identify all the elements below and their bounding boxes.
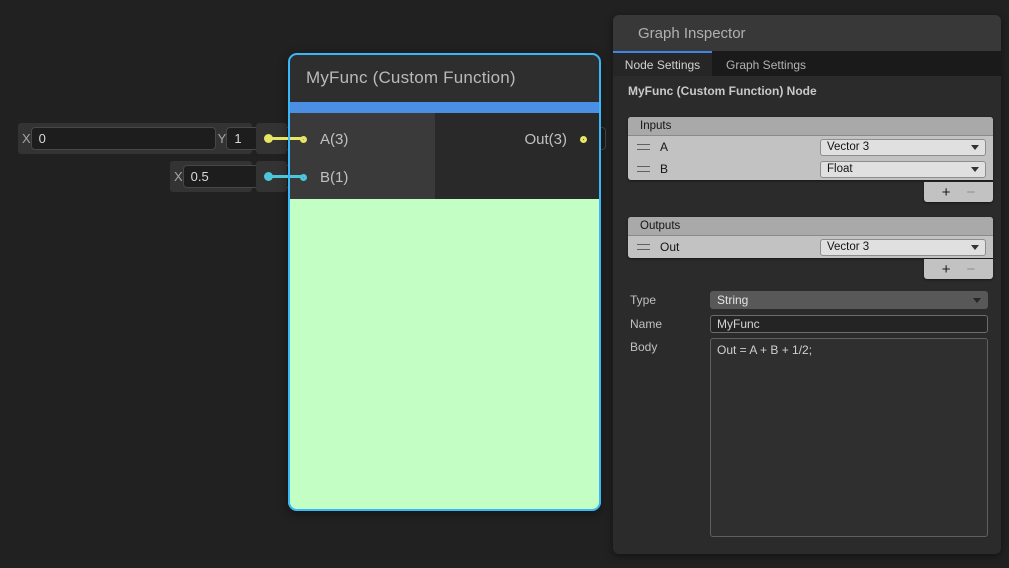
inputs-list-header: Inputs <box>628 117 993 136</box>
inputs-list-footer: + − <box>924 182 993 202</box>
node-title: MyFunc (Custom Function) <box>306 68 516 88</box>
add-output-button[interactable]: + <box>942 262 951 277</box>
node-output-ports: Out(3) <box>435 113 601 199</box>
float-value-widget: X <box>170 161 252 192</box>
input-a-name: A <box>660 140 668 154</box>
outputs-list-footer: + − <box>924 259 993 279</box>
input-port-a: A(3) <box>300 132 348 147</box>
name-property-row: Name <box>630 315 988 333</box>
type-dropdown[interactable]: String <box>710 291 988 309</box>
type-label: Type <box>630 291 710 309</box>
body-field[interactable]: Out = A + B + 1/2; <box>710 338 988 537</box>
field-label-y: Y <box>218 131 227 146</box>
output-out-type-dropdown[interactable]: Vector 3 <box>820 239 986 256</box>
panel-title: Graph Inspector <box>638 25 746 42</box>
outputs-list: Outputs Out Vector 3 <box>628 217 993 258</box>
custom-function-node[interactable]: MyFunc (Custom Function) A(3) B(1) Out(3… <box>288 53 601 511</box>
port-out-connector-icon[interactable] <box>580 136 587 143</box>
name-label: Name <box>630 315 710 333</box>
output-out-name: Out <box>660 240 679 254</box>
node-accent-bar <box>288 102 601 113</box>
edge-float-to-b[interactable] <box>266 175 304 178</box>
add-input-button[interactable]: + <box>942 185 951 200</box>
remove-input-button[interactable]: − <box>967 185 976 200</box>
list-item[interactable]: Out Vector 3 <box>628 236 993 258</box>
body-property-row: Body Out = A + B + 1/2; <box>630 338 988 537</box>
chevron-down-icon <box>973 298 981 303</box>
port-b-label: B(1) <box>320 169 348 186</box>
node-preview <box>288 199 601 509</box>
field-label-x: X <box>22 131 31 146</box>
input-a-type-dropdown[interactable]: Vector 3 <box>820 139 986 156</box>
drag-handle-icon[interactable] <box>637 166 650 172</box>
inputs-list: Inputs A Vector 3 B Float <box>628 117 993 180</box>
inspector-tabbar: Node Settings Graph Settings <box>613 51 1001 76</box>
field-label-x: X <box>174 169 183 184</box>
edge-vector3-to-a[interactable] <box>266 137 304 140</box>
list-item[interactable]: B Float <box>628 158 993 180</box>
remove-output-button[interactable]: − <box>967 262 976 277</box>
port-out-label: Out(3) <box>524 131 567 148</box>
tab-graph-settings[interactable]: Graph Settings <box>712 51 820 76</box>
name-field[interactable] <box>710 315 988 333</box>
chevron-down-icon <box>971 167 979 172</box>
node-settings-heading: MyFunc (Custom Function) Node <box>628 84 1001 98</box>
node-input-ports: A(3) B(1) <box>288 113 435 199</box>
output-out-type-value: Vector 3 <box>827 241 869 253</box>
input-b-type-dropdown[interactable]: Float <box>820 161 986 178</box>
drag-handle-icon[interactable] <box>637 244 650 250</box>
input-b-type-value: Float <box>827 163 853 175</box>
output-port-out: Out(3) <box>524 132 587 147</box>
drag-handle-icon[interactable] <box>637 144 650 150</box>
list-item[interactable]: A Vector 3 <box>628 136 993 158</box>
input-port-b: B(1) <box>300 170 348 185</box>
type-value: String <box>717 293 748 307</box>
input-b-name: B <box>660 162 668 176</box>
vector3-value-widget: X Y Z <box>18 123 252 154</box>
body-label: Body <box>630 338 710 537</box>
node-title-bar[interactable]: MyFunc (Custom Function) <box>288 53 601 102</box>
tab-node-settings[interactable]: Node Settings <box>613 51 712 76</box>
chevron-down-icon <box>971 145 979 150</box>
outputs-list-header: Outputs <box>628 217 993 236</box>
chevron-down-icon <box>971 245 979 250</box>
port-a-label: A(3) <box>320 131 348 148</box>
panel-title-bar[interactable]: Graph Inspector <box>613 15 1001 51</box>
node-ports-area: A(3) B(1) Out(3) <box>288 113 601 199</box>
graph-inspector-panel: Graph Inspector Node Settings Graph Sett… <box>613 15 1001 554</box>
x-value-field[interactable] <box>31 127 216 150</box>
input-a-type-value: Vector 3 <box>827 141 869 153</box>
type-property-row: Type String <box>630 291 988 309</box>
